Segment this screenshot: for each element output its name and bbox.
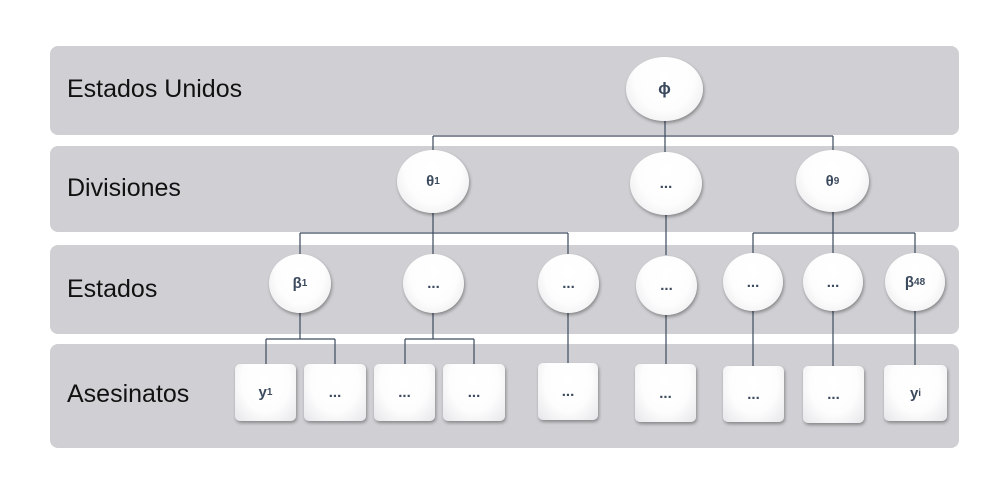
connector-theta1 bbox=[299, 213, 569, 255]
leaf-ellipsis-node: ... bbox=[803, 366, 864, 423]
leaf-ellipsis-label: ... bbox=[747, 385, 760, 403]
division-ellipsis-node: ... bbox=[630, 152, 702, 215]
theta1-symbol: θ bbox=[426, 173, 435, 190]
yi-node: yi bbox=[884, 365, 947, 421]
leaf-ellipsis-node: ... bbox=[443, 364, 505, 421]
state-ellipsis-node: ... bbox=[636, 256, 697, 315]
beta1-subscript: 1 bbox=[301, 278, 308, 289]
leaf-ellipsis-label: ... bbox=[328, 384, 342, 401]
beta48-node: β 48 bbox=[885, 253, 945, 311]
state-ellipsis-node: ... bbox=[403, 254, 464, 313]
connector-beta1 bbox=[265, 313, 336, 364]
leaf-ellipsis-label: ... bbox=[827, 386, 840, 403]
theta1-subscript: 1 bbox=[434, 176, 440, 187]
connector-theta9 bbox=[752, 212, 916, 255]
state-ellipsis-label: ... bbox=[562, 275, 575, 292]
leaf-ellipsis-label: ... bbox=[659, 384, 672, 402]
leaf-ellipsis-label: ... bbox=[398, 384, 411, 401]
y1-symbol: y bbox=[258, 384, 267, 401]
leaf-ellipsis-label: ... bbox=[561, 383, 575, 400]
state-ellipsis-label: ... bbox=[746, 273, 760, 291]
state-ellipsis-node: ... bbox=[803, 253, 863, 311]
theta9-subscript: 9 bbox=[833, 175, 840, 187]
leaf-ellipsis-label: ... bbox=[467, 384, 481, 401]
theta1-node: θ1 bbox=[397, 150, 469, 213]
division-ellipsis-label: ... bbox=[659, 175, 673, 192]
state-ellipsis-node: ... bbox=[723, 253, 783, 311]
connector-st-ellipsis-a bbox=[404, 313, 475, 364]
yi-symbol: y bbox=[909, 384, 919, 402]
theta9-symbol: θ bbox=[825, 172, 834, 190]
leaf-ellipsis-node: ... bbox=[374, 364, 435, 421]
leaf-ellipsis-node: ... bbox=[538, 363, 598, 420]
beta48-subscript: 48 bbox=[914, 276, 926, 288]
y1-node: y1 bbox=[235, 364, 296, 421]
state-ellipsis-label: ... bbox=[826, 273, 840, 291]
state-ellipsis-label: ... bbox=[427, 275, 440, 292]
beta1-node: β1 bbox=[269, 254, 331, 313]
phi-label: ϕ bbox=[658, 79, 671, 98]
phi-node: ϕ bbox=[626, 57, 703, 121]
leaf-ellipsis-node: ... bbox=[723, 366, 784, 422]
connector-phi bbox=[432, 121, 834, 153]
yi-subscript: i bbox=[918, 387, 922, 399]
y1-subscript: 1 bbox=[266, 387, 273, 398]
beta48-symbol: β bbox=[904, 273, 915, 291]
state-ellipsis-node: ... bbox=[538, 254, 599, 313]
leaf-ellipsis-node: ... bbox=[304, 364, 366, 421]
theta9-node: θ9 bbox=[796, 150, 869, 212]
state-ellipsis-label: ... bbox=[660, 277, 673, 294]
leaf-ellipsis-node: ... bbox=[635, 364, 696, 422]
beta1-symbol: β bbox=[292, 275, 302, 292]
